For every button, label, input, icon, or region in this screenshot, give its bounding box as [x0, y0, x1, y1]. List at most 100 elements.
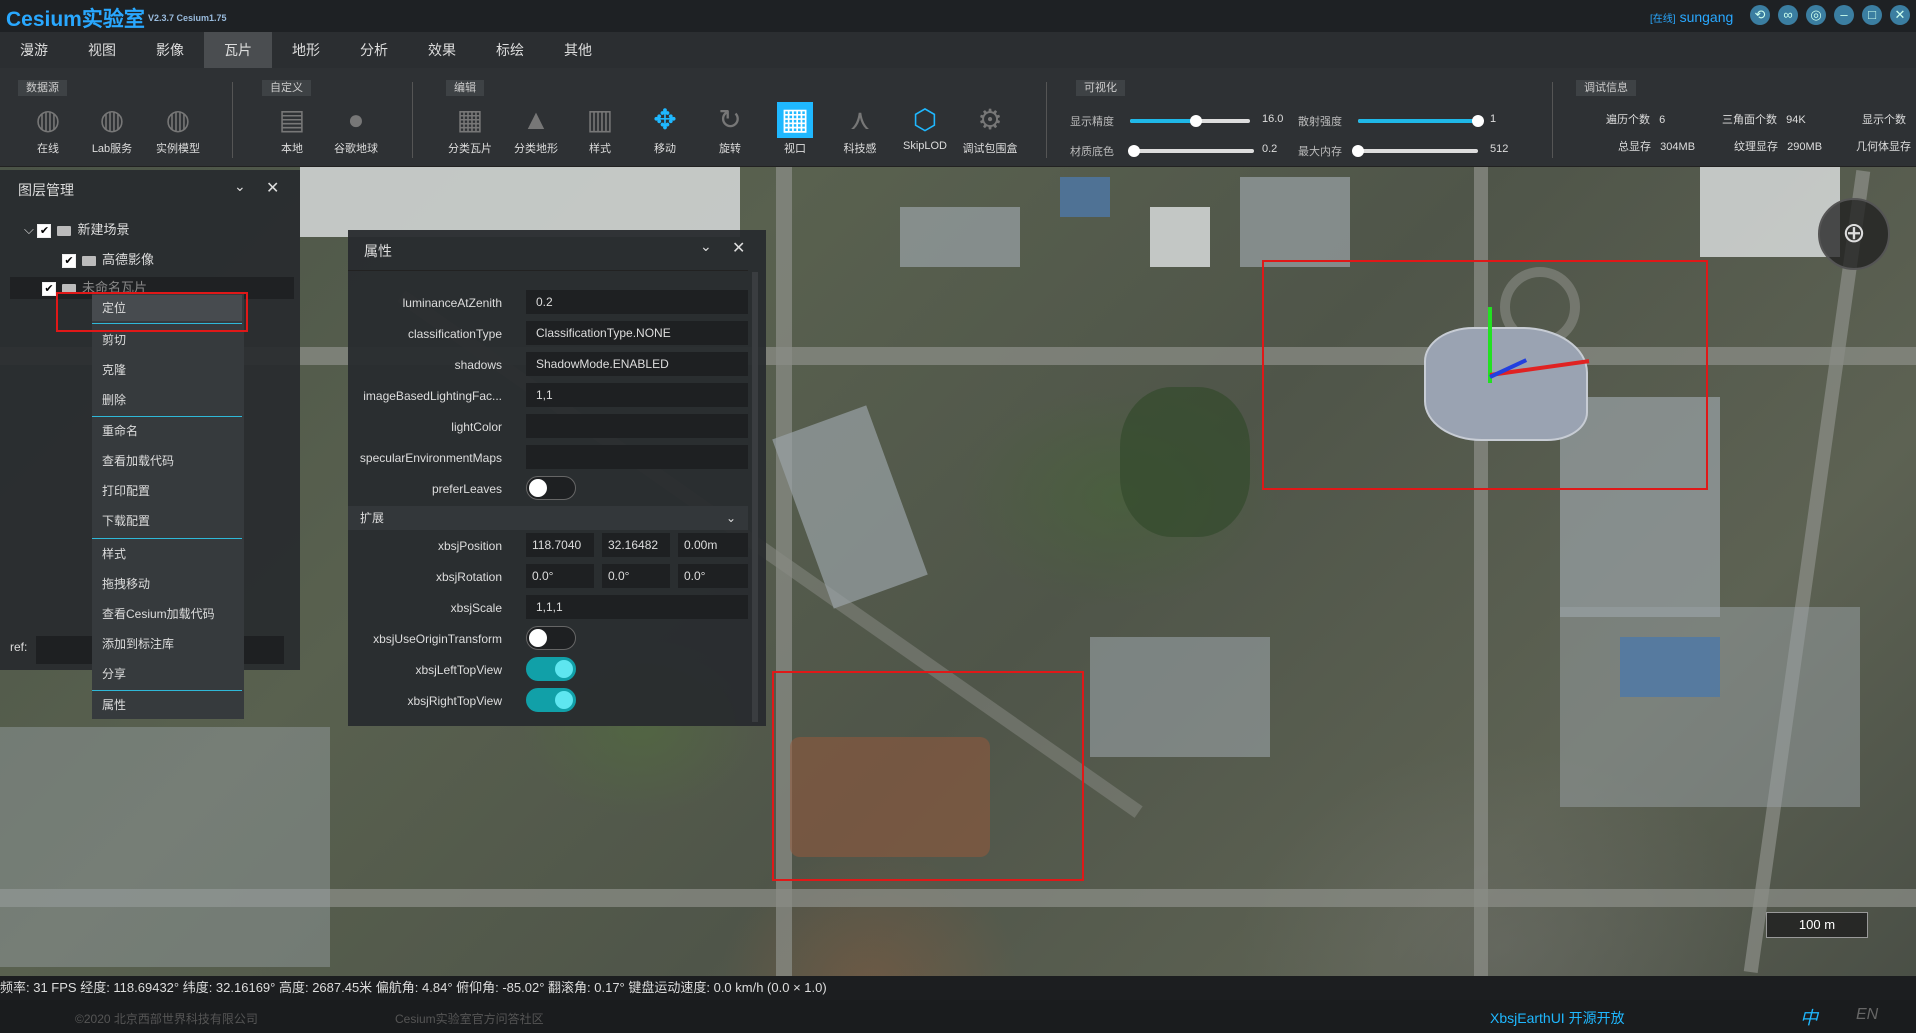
ibl-factor-input[interactable]: 1,1	[526, 383, 748, 407]
menu-item-roam[interactable]: 漫游	[0, 32, 68, 68]
specular-maps-input[interactable]	[526, 445, 748, 469]
use-origin-transform-toggle[interactable]	[526, 626, 576, 650]
scatter-label: 散射强度	[1298, 116, 1342, 128]
rotation-heading-input[interactable]: 0.0°	[526, 564, 594, 588]
context-item-print-config[interactable]: 打印配置	[102, 478, 150, 504]
language-zh-button[interactable]: 中	[1800, 1004, 1818, 1030]
community-link[interactable]: Cesium实验室官方问答社区	[395, 1010, 544, 1027]
classification-select[interactable]: ClassificationType.NONE	[526, 321, 748, 345]
tool-online[interactable]: ◍ 在线	[18, 102, 78, 156]
copyright-link[interactable]: ©2020 北京西部世界科技有限公司	[75, 1010, 258, 1027]
context-item-view-code[interactable]: 查看加载代码	[102, 448, 174, 474]
close-icon[interactable]: ✕	[732, 238, 745, 258]
move-arrows-icon: ✥	[653, 104, 677, 135]
rotation-roll-input[interactable]: 0.0°	[678, 564, 748, 588]
context-item-cut[interactable]: 剪切	[102, 327, 126, 353]
context-item-cesium-code[interactable]: 查看Cesium加载代码	[102, 601, 215, 627]
menu-item-plot[interactable]: 标绘	[476, 32, 544, 68]
globe-icon[interactable]: ◎	[1806, 5, 1826, 25]
link-icon[interactable]: ∞	[1778, 5, 1798, 25]
position-lon-input[interactable]: 118.7040	[526, 533, 594, 557]
tileset-model[interactable]	[1424, 327, 1588, 441]
slider-knob[interactable]	[1472, 115, 1484, 127]
tool-style[interactable]: ▥ 样式	[570, 102, 630, 156]
material-slider[interactable]	[1128, 145, 1254, 157]
compass-icon[interactable]: ⊕	[1818, 198, 1890, 270]
close-icon[interactable]: ✕	[1890, 5, 1910, 25]
context-item-add-to-library[interactable]: 添加到标注库	[102, 631, 174, 657]
tool-local[interactable]: ▤ 本地	[262, 102, 322, 156]
menu-item-other[interactable]: 其他	[544, 32, 612, 68]
tool-google-earth[interactable]: ● 谷歌地球	[326, 102, 386, 156]
tool-skiplod[interactable]: ⬡ SkipLOD	[895, 102, 955, 152]
property-scrollbar[interactable]	[752, 272, 758, 722]
xbsj-link[interactable]: XbsjEarthUI 开源开放	[1490, 1008, 1625, 1028]
tool-rotate[interactable]: ↻ 旋转	[700, 102, 760, 156]
tool-tech-style[interactable]: ⋏ 科技感	[830, 102, 890, 156]
group-label-visual: 可视化	[1076, 80, 1125, 96]
right-top-view-toggle[interactable]	[526, 688, 576, 712]
menu-item-terrain[interactable]: 地形	[272, 32, 340, 68]
refresh-icon[interactable]: ⟲	[1750, 5, 1770, 25]
context-item-delete[interactable]: 删除	[102, 387, 126, 413]
display-precision-slider[interactable]	[1130, 115, 1250, 127]
gear-icon: ⚙	[977, 104, 1003, 135]
scatter-slider[interactable]	[1358, 115, 1484, 127]
shadows-select[interactable]: ShadowMode.ENABLED	[526, 352, 748, 376]
tree-item-gaode-imagery[interactable]: ✔ 高德影像	[62, 249, 154, 271]
status-bar: 频率: 31 FPS 经度: 118.69432° 纬度: 32.16169° …	[0, 976, 1916, 1000]
slider-knob[interactable]	[1190, 115, 1202, 127]
section-extend[interactable]: 扩展 ⌄	[348, 506, 748, 530]
tree-item-scene[interactable]: ⌵ ✔ 新建场景	[24, 219, 129, 241]
checkbox[interactable]: ✔	[37, 223, 52, 238]
slider-knob[interactable]	[1352, 145, 1364, 157]
menu-item-analysis[interactable]: 分析	[340, 32, 408, 68]
menu-item-effects[interactable]: 效果	[408, 32, 476, 68]
caret-down-icon[interactable]: ⌵	[24, 222, 37, 237]
context-item-download-config[interactable]: 下载配置	[102, 508, 150, 534]
position-lat-input[interactable]: 32.16482	[602, 533, 670, 557]
left-top-view-toggle[interactable]	[526, 657, 576, 681]
prefer-leaves-toggle[interactable]	[526, 476, 576, 500]
gizmo-y-axis[interactable]	[1488, 307, 1492, 383]
building	[300, 167, 740, 237]
memory-value: 512	[1490, 143, 1509, 155]
context-item-share[interactable]: 分享	[102, 661, 126, 687]
context-item-properties[interactable]: 属性	[102, 692, 126, 718]
memory-slider[interactable]	[1352, 145, 1478, 157]
language-en-button[interactable]: EN	[1856, 1006, 1878, 1024]
slider-knob[interactable]	[1128, 145, 1140, 157]
tool-debug-bbox[interactable]: ⚙ 调试包围盒	[960, 102, 1020, 156]
luminance-input[interactable]: 0.2	[526, 290, 748, 314]
checkbox[interactable]: ✔	[42, 281, 56, 296]
tool-viewport[interactable]: ▦ 视口	[765, 102, 825, 156]
user-status: [在线]	[1650, 14, 1676, 25]
folder-icon: ▤	[278, 104, 306, 135]
tool-move[interactable]: ✥ 移动	[635, 102, 695, 156]
tool-instance-model[interactable]: ◍ 实例模型	[148, 102, 208, 156]
checkbox[interactable]: ✔	[62, 253, 76, 268]
tool-classified-terrain[interactable]: ▲ 分类地形	[506, 102, 566, 156]
context-item-style[interactable]: 样式	[102, 541, 126, 567]
menu-item-view[interactable]: 视图	[68, 32, 136, 68]
viewport-grid-icon: ▦	[777, 102, 813, 138]
user-info[interactable]: [在线] sungang	[1650, 9, 1733, 25]
ref-label: ref:	[10, 640, 28, 654]
geometry-memory: 几何体显存	[1856, 141, 1911, 153]
chevron-down-icon[interactable]: ⌄	[700, 238, 712, 255]
tool-classified-tiles[interactable]: ▦ 分类瓦片	[440, 102, 500, 156]
menu-item-imagery[interactable]: 影像	[136, 32, 204, 68]
context-item-clone[interactable]: 克隆	[102, 357, 126, 383]
tool-lab-service[interactable]: ◍ Lab服务	[82, 102, 142, 156]
position-height-input[interactable]: 0.00m	[678, 533, 748, 557]
minimize-icon[interactable]: –	[1834, 5, 1854, 25]
chevron-down-icon[interactable]: ⌄	[234, 178, 246, 195]
scale-input[interactable]: 1,1,1	[526, 595, 748, 619]
light-color-input[interactable]	[526, 414, 748, 438]
rotation-pitch-input[interactable]: 0.0°	[602, 564, 670, 588]
close-icon[interactable]: ✕	[266, 178, 279, 198]
context-item-rename[interactable]: 重命名	[102, 418, 138, 444]
menu-item-tiles[interactable]: 瓦片	[204, 32, 272, 68]
maximize-icon[interactable]: □	[1862, 5, 1882, 25]
context-item-drag-move[interactable]: 拖拽移动	[102, 571, 150, 597]
